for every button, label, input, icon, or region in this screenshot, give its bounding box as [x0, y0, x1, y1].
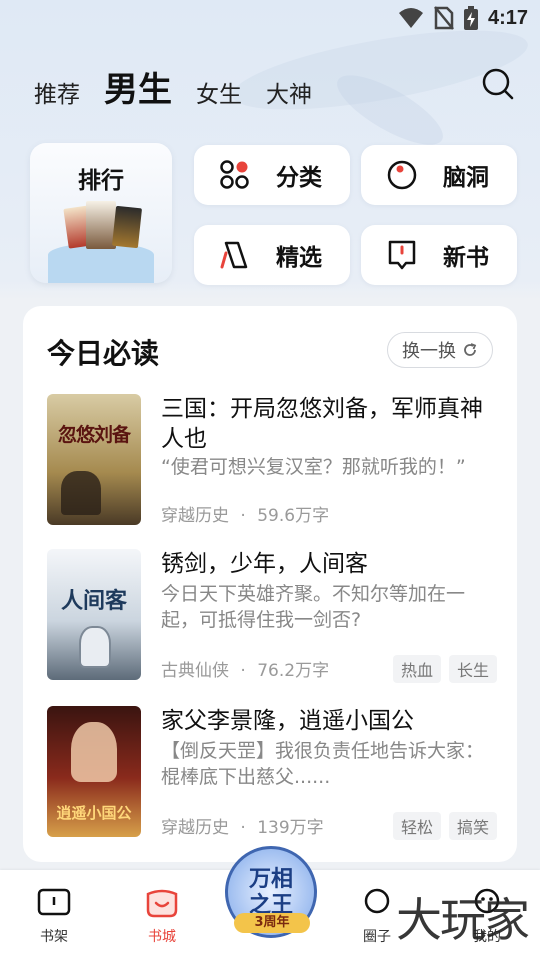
book-cover: 忽悠刘备 [47, 394, 141, 525]
brainstorm-icon [387, 160, 417, 190]
category-label: 分类 [276, 165, 322, 191]
no-sim-icon [434, 6, 454, 30]
book-cover: 人间客 [47, 549, 141, 680]
meta-separator: · [240, 661, 246, 681]
book-tags: 热血 长生 [392, 655, 497, 683]
book-word-count: 76.2万字 [257, 661, 330, 681]
book-description: 今日天下英雄齐聚。不知尔等加在一起，可抵得住我一剑否? [161, 583, 466, 631]
new-book-button[interactable]: 新书 [361, 225, 517, 285]
book-description: “使君可想兴复汉室？那就听我的！” [161, 456, 466, 478]
book-genre: 穿越历史 [161, 818, 229, 838]
wifi-icon [398, 8, 423, 28]
book-description: 【倒反天罡】我很负责任地告诉大家：棍棒底下出慈父...... [161, 740, 485, 788]
battery-charging-icon [463, 6, 478, 30]
community-icon [364, 888, 390, 914]
cover-title: 逍遥小国公 [56, 804, 132, 822]
refresh-button[interactable]: 换一换 [387, 332, 493, 368]
category-button[interactable]: 分类 [194, 145, 350, 205]
ranking-label: 排行 [78, 168, 124, 194]
new-book-label: 新书 [443, 245, 489, 271]
refresh-label: 换一换 [402, 341, 456, 362]
book-tag: 搞笑 [448, 812, 497, 840]
book-genre: 古典仙侠 [161, 661, 229, 681]
meta-separator: · [240, 818, 246, 838]
cover-figure [61, 471, 101, 515]
cover-title: 忽悠刘备 [57, 424, 131, 446]
featured-label: 精选 [276, 245, 322, 271]
tab-recommend[interactable]: 推荐 [34, 75, 80, 109]
brainstorm-button[interactable]: 脑洞 [361, 145, 517, 205]
book-word-count: 139万字 [257, 818, 324, 838]
book-meta: 穿越历史 · 59.6万字 [161, 501, 329, 526]
bookshelf-icon [37, 888, 71, 916]
book-item[interactable]: 人间客 锈剑，少年，人间客 今日天下英雄齐聚。不知尔等加在一起，可抵得住我一剑否… [47, 549, 497, 683]
category-icon [220, 160, 249, 189]
book-item[interactable]: 逍遥小国公 家父李景隆，逍遥小国公 【倒反天罡】我很负责任地告诉大家：棍棒底下出… [47, 706, 497, 840]
bookstore-icon [146, 889, 178, 918]
tab-master[interactable]: 大神 [266, 75, 312, 109]
book-title: 锈剑，少年，人间客 [161, 551, 368, 577]
book-tag: 热血 [392, 655, 441, 683]
meta-separator: · [240, 506, 246, 526]
book-title: 家父李景隆，逍遥小国公 [161, 708, 414, 734]
book-word-count: 59.6万字 [257, 506, 330, 526]
podium-illustration [48, 243, 154, 283]
tab-male[interactable]: 男生 [104, 62, 172, 111]
featured-button[interactable]: 精选 [194, 225, 350, 285]
book-tags: 轻松 搞笑 [392, 812, 497, 840]
cover-figure [81, 628, 109, 666]
book-meta: 穿越历史 · 139万字 [161, 813, 324, 838]
book-tag: 长生 [448, 655, 497, 683]
tab-female[interactable]: 女生 [196, 75, 242, 109]
book-meta: 古典仙侠 · 76.2万字 [161, 656, 329, 681]
book-item[interactable]: 忽悠刘备 三国：开局忽悠刘备，军师真神人也 “使君可想兴复汉室？那就听我的！” … [47, 394, 497, 526]
cover-figure [71, 722, 117, 782]
refresh-icon [464, 343, 477, 356]
nav-label: 书城 [148, 929, 176, 945]
nav-bookstore[interactable]: 书城 [127, 888, 197, 946]
top-tab-bar: 推荐 男生 女生 大神 [34, 62, 312, 111]
mini-book-cover [111, 205, 143, 249]
brainstorm-label: 脑洞 [443, 165, 489, 191]
nav-label: 书架 [40, 929, 68, 945]
book-cover: 逍遥小国公 [47, 706, 141, 837]
clock: 4:17 [487, 6, 528, 29]
watermark: 大玩家 [396, 893, 530, 947]
anniversary-badge[interactable]: 万相 之王 3周年 [225, 846, 317, 938]
badge-ribbon: 3周年 [234, 913, 310, 933]
section-title: 今日必读 [47, 337, 160, 370]
new-book-icon [388, 240, 416, 270]
search-icon[interactable] [480, 66, 516, 102]
ranking-card[interactable]: 排行 [30, 143, 172, 283]
featured-icon [220, 241, 248, 269]
book-tag: 轻松 [392, 812, 441, 840]
status-bar: 4:17 [0, 0, 540, 36]
cover-title: 人间客 [60, 588, 127, 614]
book-genre: 穿越历史 [161, 506, 229, 526]
book-title: 三国：开局忽悠刘备，军师真神人也 [161, 396, 483, 452]
nav-bookshelf[interactable]: 书架 [19, 888, 89, 946]
daily-must-read-card: 今日必读 换一换 忽悠刘备 三国：开局忽悠刘备，军师真神人也 “使君可想兴复汉室… [23, 306, 517, 862]
